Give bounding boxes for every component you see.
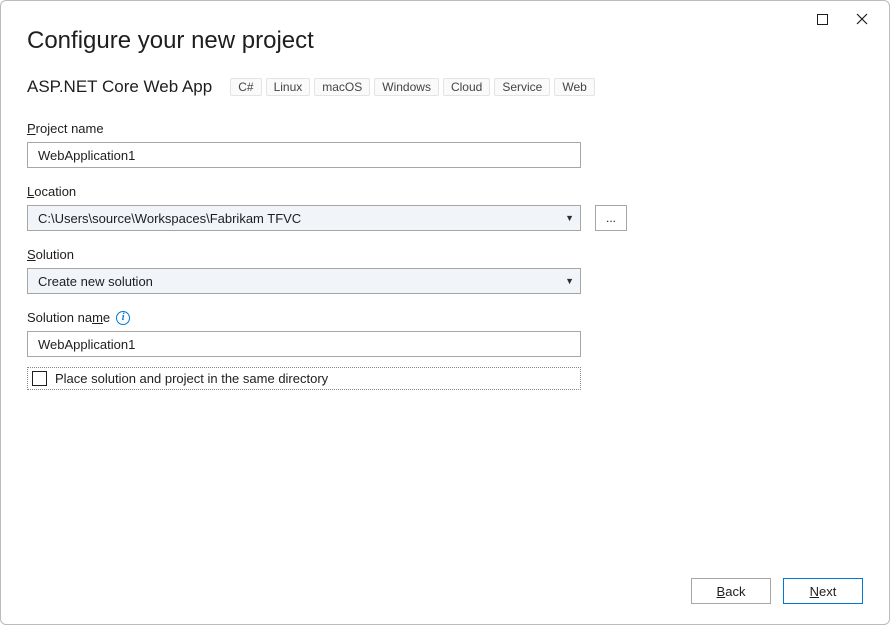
page-title: Configure your new project (27, 27, 863, 55)
close-button[interactable] (847, 7, 877, 31)
tag: Cloud (443, 78, 490, 96)
maximize-icon (817, 14, 828, 25)
solution-name-group: Solution name i Place solution and proje… (27, 310, 863, 390)
chevron-down-icon: ▼ (565, 213, 574, 223)
checkbox-box-icon (32, 371, 47, 386)
footer-buttons: Back Next (691, 578, 863, 604)
info-icon[interactable]: i (116, 311, 130, 325)
chevron-down-icon: ▼ (565, 276, 574, 286)
solution-group: Solution Create new solution ▼ (27, 247, 863, 294)
solution-name-label: Solution name i (27, 310, 863, 325)
tag: C# (230, 78, 261, 96)
back-button[interactable]: Back (691, 578, 771, 604)
tag: Service (494, 78, 550, 96)
maximize-button[interactable] (807, 7, 837, 31)
same-directory-label: Place solution and project in the same d… (55, 371, 328, 386)
location-group: Location C:\Users\source\Workspaces\Fabr… (27, 184, 863, 231)
tag: Web (554, 78, 594, 96)
template-tags: C# Linux macOS Windows Cloud Service Web (230, 78, 595, 96)
project-name-label: Project name (27, 121, 863, 136)
solution-name-input[interactable] (27, 331, 581, 357)
template-info-row: ASP.NET Core Web App C# Linux macOS Wind… (27, 77, 863, 97)
tag: Linux (266, 78, 311, 96)
template-name: ASP.NET Core Web App (27, 77, 212, 97)
same-directory-checkbox[interactable]: Place solution and project in the same d… (27, 367, 581, 390)
next-button[interactable]: Next (783, 578, 863, 604)
project-name-group: Project name (27, 121, 863, 168)
close-icon (856, 13, 868, 25)
location-combo[interactable]: C:\Users\source\Workspaces\Fabrikam TFVC… (27, 205, 581, 231)
tag: Windows (374, 78, 439, 96)
location-value: C:\Users\source\Workspaces\Fabrikam TFVC (38, 211, 301, 226)
dialog-content: Configure your new project ASP.NET Core … (1, 1, 889, 390)
solution-value: Create new solution (38, 274, 153, 289)
solution-label: Solution (27, 247, 863, 262)
tag: macOS (314, 78, 370, 96)
solution-combo[interactable]: Create new solution ▼ (27, 268, 581, 294)
project-name-input[interactable] (27, 142, 581, 168)
browse-location-button[interactable]: ... (595, 205, 627, 231)
location-label: Location (27, 184, 863, 199)
titlebar (807, 1, 889, 31)
